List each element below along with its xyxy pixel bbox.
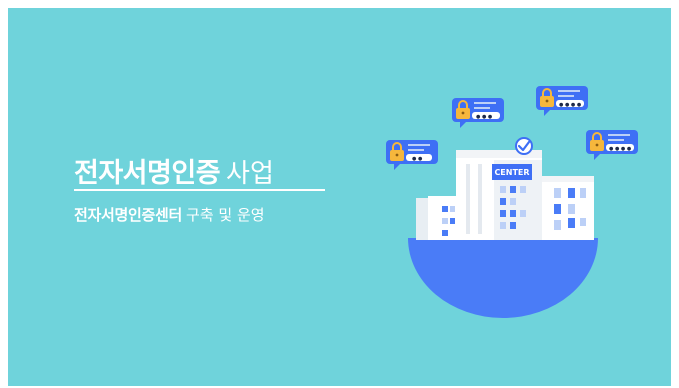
title-divider (74, 189, 325, 191)
globe-hemisphere (408, 238, 598, 318)
masked-password-2: ● ● ● (476, 114, 493, 120)
password-badge-1: ● ● (386, 140, 438, 170)
password-badge-2: ● ● ● (452, 98, 504, 128)
checkmark-icon (515, 137, 533, 155)
title-bold-text: 전자서명인증 (74, 158, 221, 189)
page-title: 전자서명인증 사업 (74, 151, 274, 190)
subtitle-bold-text: 전자서명인증센터 (74, 206, 183, 224)
main-building: CENTER (456, 150, 542, 240)
password-badge-4: ● ● ● ● (586, 130, 638, 160)
page-subtitle: 전자서명인증센터 구축 및 운영 (74, 204, 265, 225)
right-building (542, 176, 594, 240)
left-building (416, 196, 456, 240)
masked-password-4: ● ● ● ● (609, 146, 632, 152)
masked-password-1: ● ● (412, 156, 423, 162)
title-light-text: 사업 (226, 159, 274, 189)
center-sign-label: CENTER (494, 168, 529, 177)
masked-password-3: ● ● ● ● (559, 102, 582, 108)
password-badge-3: ● ● ● ● (536, 86, 588, 116)
subtitle-light-text: 구축 및 운영 (186, 206, 265, 224)
slide-background: 전자서명인증 사업 전자서명인증센터 구축 및 운영 CENTER ● ● ● … (8, 8, 671, 386)
certification-center-illustration: CENTER ● ● ● ● ● ● ● ● ● ● ● ● ● (386, 86, 638, 318)
